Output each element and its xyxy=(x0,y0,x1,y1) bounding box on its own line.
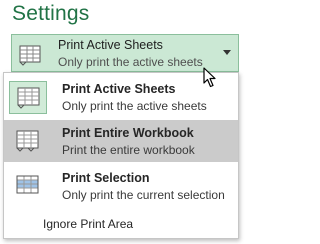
entire-workbook-icon xyxy=(9,125,47,158)
menu-item-title: Print Selection xyxy=(62,171,150,185)
menu-item-print-entire-workbook[interactable]: Print Entire Workbook Print the entire w… xyxy=(4,120,238,162)
menu-item-title: Print Entire Workbook xyxy=(62,126,194,140)
print-what-menu: Print Active Sheets Only print the activ… xyxy=(3,72,239,239)
page-title: Settings xyxy=(12,2,90,25)
dropdown-title: Print Active Sheets xyxy=(58,38,163,52)
menu-item-subtitle: Only print the active sheets xyxy=(62,99,207,113)
chevron-down-icon xyxy=(223,50,231,55)
menu-item-print-selection[interactable]: Print Selection Only print the current s… xyxy=(4,165,238,207)
menu-item-title: Print Active Sheets xyxy=(62,82,176,96)
ignore-print-area-option[interactable]: Ignore Print Area xyxy=(43,217,133,231)
active-sheets-icon xyxy=(18,41,44,67)
menu-item-subtitle: Print the entire workbook xyxy=(62,143,195,157)
selection-icon xyxy=(9,170,47,203)
active-sheets-icon xyxy=(9,81,47,114)
mouse-cursor-icon xyxy=(203,67,216,88)
menu-item-subtitle: Only print the current selection xyxy=(62,188,225,202)
dropdown-subtitle: Only print the active sheets xyxy=(58,55,203,69)
